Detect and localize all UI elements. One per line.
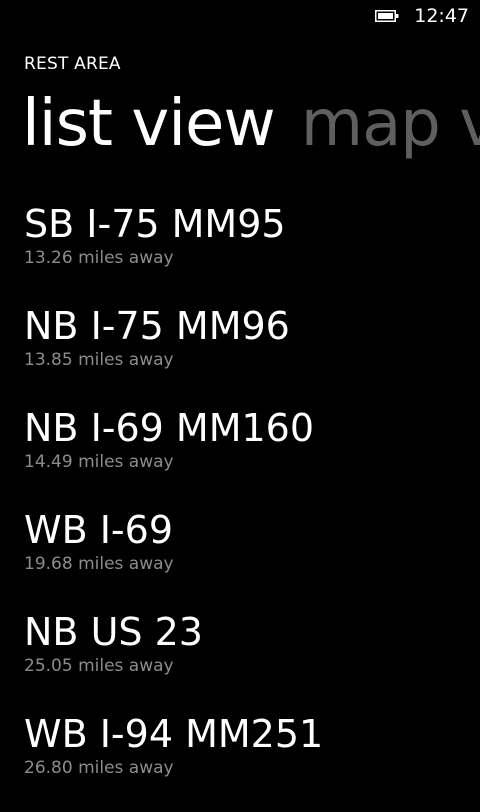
rest-area-distance: 19.68 miles away [24,554,174,574]
rest-area-item[interactable]: WB I-94 MM251 26.80 miles away [24,710,464,812]
pivot-tab-map-view[interactable]: map v [301,84,480,164]
rest-area-item[interactable]: NB I-69 MM160 14.49 miles away [24,404,464,506]
rest-area-distance: 13.26 miles away [24,248,174,268]
rest-area-distance: 26.80 miles away [24,758,174,778]
status-bar: 12:47 [0,0,480,32]
status-clock: 12:47 [414,5,469,27]
battery-icon [375,10,399,22]
rest-area-name: NB US 23 [24,610,203,654]
rest-area-item[interactable]: NB I-75 MM96 13.85 miles away [24,302,464,404]
pivot-header-bar: list view map v [22,84,480,164]
rest-area-item[interactable]: NB US 23 25.05 miles away [24,608,464,710]
pivot-tab-list-view[interactable]: list view [22,84,276,164]
app-title: REST AREA [24,54,121,74]
rest-area-name: WB I-69 [24,508,173,552]
rest-area-distance: 13.85 miles away [24,350,174,370]
rest-area-name: NB I-75 MM96 [24,304,290,348]
rest-area-item[interactable]: WB I-69 19.68 miles away [24,506,464,608]
rest-area-list: SB I-75 MM95 13.26 miles away NB I-75 MM… [24,200,464,812]
rest-area-name: WB I-94 MM251 [24,712,324,756]
rest-area-name: NB I-69 MM160 [24,406,315,450]
rest-area-distance: 25.05 miles away [24,656,174,676]
rest-area-name: SB I-75 MM95 [24,202,286,246]
rest-area-item[interactable]: SB I-75 MM95 13.26 miles away [24,200,464,302]
rest-area-distance: 14.49 miles away [24,452,174,472]
